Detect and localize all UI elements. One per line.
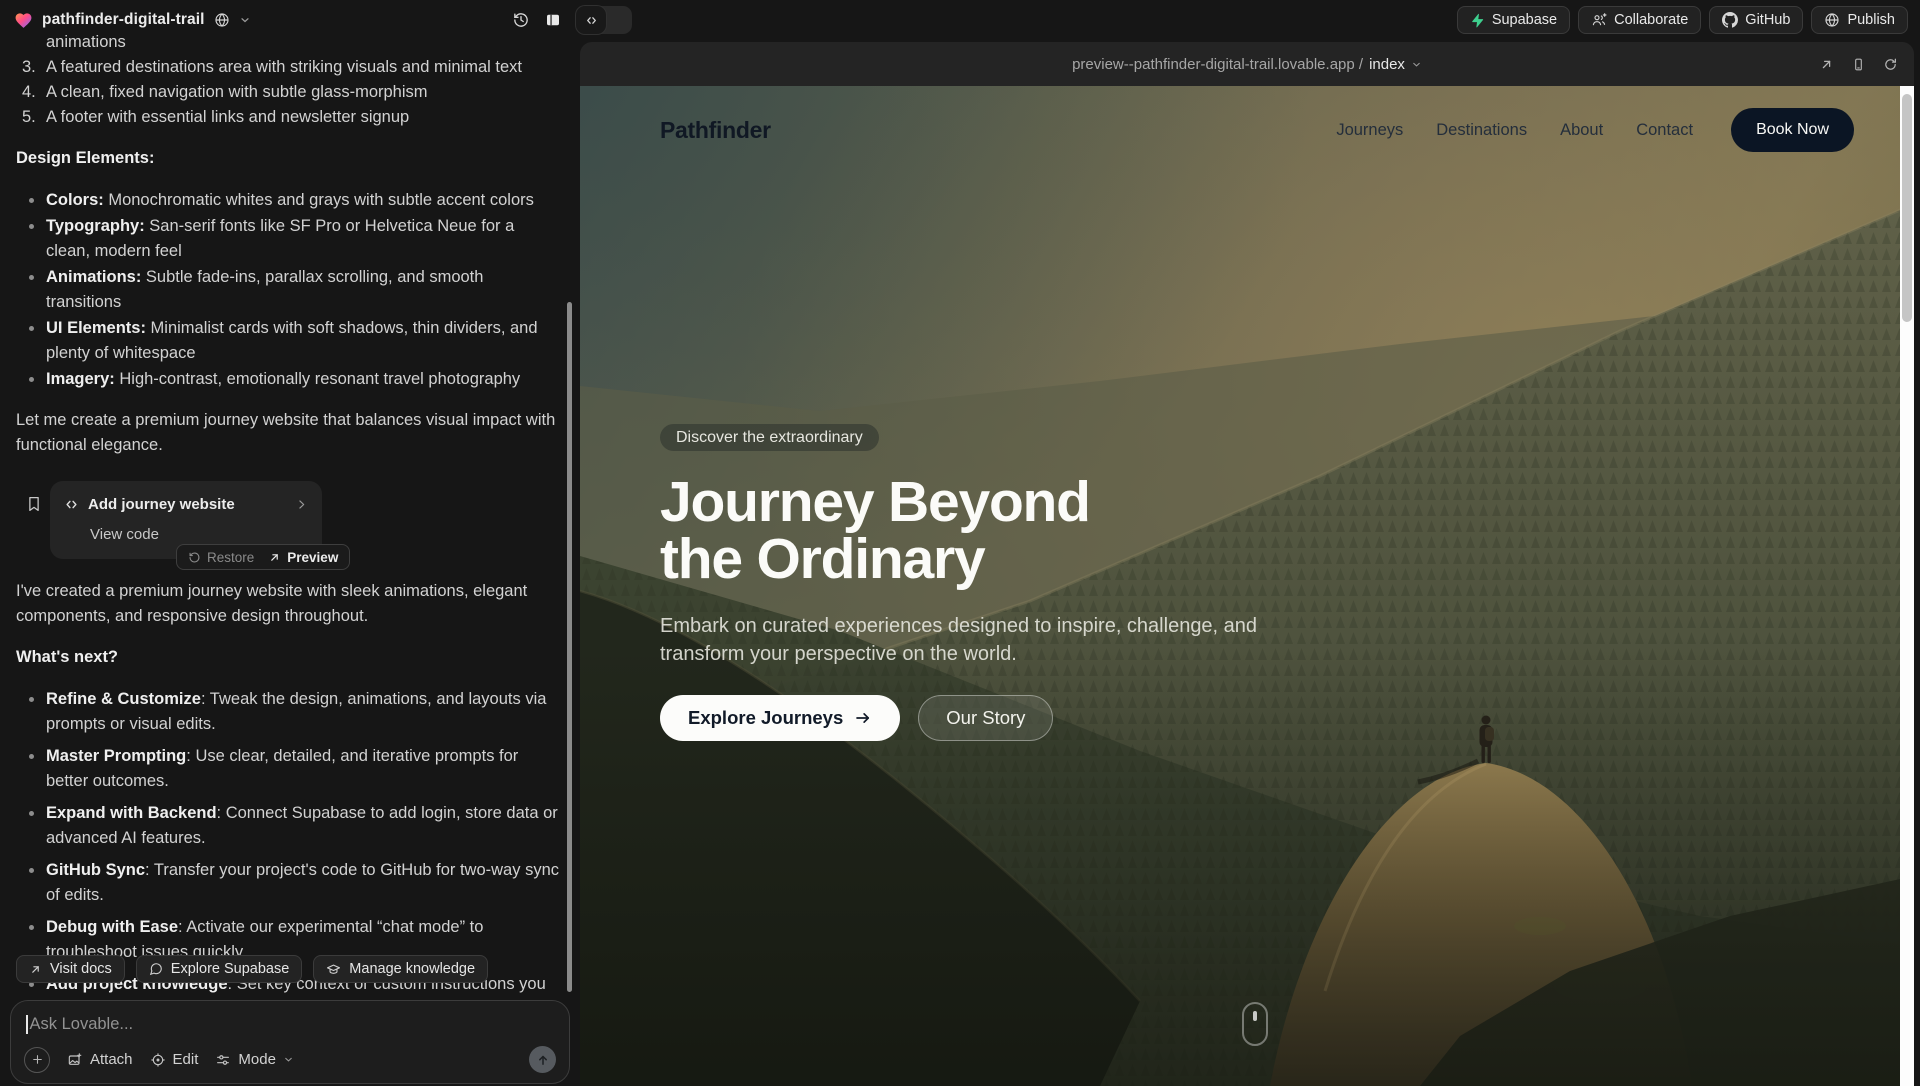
scroll-indicator (1242, 1002, 1268, 1046)
publish-globe-icon (1824, 12, 1840, 28)
lead-paragraph: Let me create a premium journey website … (16, 408, 560, 458)
list-item: GitHub Sync: Transfer your project's cod… (16, 858, 560, 908)
preview-button[interactable]: Preview (268, 545, 338, 570)
panel-layout-icon[interactable] (544, 11, 562, 29)
list-item: Typography: San-serif fonts like SF Pro … (16, 214, 560, 264)
chat-panel: animations 3.A featured destinations are… (0, 34, 576, 1086)
supabase-bolt-icon (1470, 13, 1485, 28)
list-item: Expand with Backend: Connect Supabase to… (16, 801, 560, 851)
chevron-down-icon (283, 1054, 294, 1065)
list-item: Colors: Monochromatic whites and grays w… (16, 188, 560, 213)
nav-destinations[interactable]: Destinations (1436, 121, 1527, 140)
edit-card-wrap: Add journey website View code Restore Pr… (16, 479, 560, 579)
ask-input[interactable]: Ask Lovable... (11, 1001, 569, 1034)
supabase-button[interactable]: Supabase (1457, 6, 1570, 34)
design-bullets: Colors: Monochromatic whites and grays w… (16, 188, 560, 392)
site-frame: Pathfinder Journeys Destinations About C… (580, 86, 1914, 1086)
chevron-right-icon[interactable] (295, 498, 308, 511)
history-icon[interactable] (512, 11, 530, 29)
assistant-message: animations 3.A featured destinations are… (16, 34, 560, 1029)
publish-button[interactable]: Publish (1811, 6, 1908, 34)
sliders-icon (215, 1052, 231, 1068)
attach-button[interactable]: Attach (67, 1051, 133, 1068)
clipped-line: animations (16, 34, 560, 55)
list-item: Refine & Customize: Tweak the design, an… (16, 687, 560, 737)
visit-docs-button[interactable]: Visit docs (16, 955, 125, 983)
chat-bubble-icon (149, 962, 163, 976)
bookmark-icon[interactable] (25, 495, 43, 513)
globe-icon (214, 12, 230, 28)
manage-knowledge-button[interactable]: Manage knowledge (313, 955, 488, 983)
open-external-icon[interactable] (1819, 57, 1834, 72)
code-preview-toggle[interactable] (576, 6, 632, 34)
chat-scrollbar[interactable] (567, 302, 572, 992)
input-placeholder: Ask Lovable... (30, 1015, 134, 1034)
code-icon (64, 497, 79, 512)
book-now-button[interactable]: Book Now (1731, 108, 1854, 152)
project-name: pathfinder-digital-trail (42, 11, 205, 29)
site-scrollbar[interactable] (1900, 86, 1914, 1086)
preview-panel: preview--pathfinder-digital-trail.lovabl… (580, 42, 1914, 1086)
hero-title: Journey Beyondthe Ordinary (660, 474, 1300, 588)
users-icon (1591, 12, 1607, 28)
code-toggle-icon[interactable] (576, 6, 606, 34)
target-icon (150, 1052, 166, 1068)
mode-button[interactable]: Mode (215, 1051, 294, 1068)
preview-page[interactable]: index (1369, 56, 1405, 73)
arrow-right-icon (854, 709, 872, 727)
nav-about[interactable]: About (1560, 121, 1603, 140)
add-button[interactable] (24, 1047, 50, 1073)
send-button[interactable] (529, 1046, 556, 1073)
mobile-view-icon[interactable] (1851, 57, 1866, 72)
nav-contact[interactable]: Contact (1636, 121, 1693, 140)
list-item: Master Prompting: Use clear, detailed, a… (16, 744, 560, 794)
arrow-up-right-icon (29, 963, 42, 976)
composer-toolbar: Attach Edit Mode (24, 1046, 556, 1073)
restore-preview-pill: Restore Preview (176, 544, 350, 570)
text-caret (26, 1015, 28, 1034)
restore-button[interactable]: Restore (188, 545, 254, 570)
chevron-down-icon[interactable] (239, 14, 251, 26)
github-button[interactable]: GitHub (1709, 6, 1803, 34)
preview-url[interactable]: preview--pathfinder-digital-trail.lovabl… (1072, 56, 1363, 73)
github-icon (1722, 12, 1738, 28)
list-item: 5.A footer with essential links and news… (16, 105, 560, 130)
hero-buttons: Explore Journeys Our Story (660, 695, 1300, 741)
lovable-heart-logo (14, 11, 33, 30)
refresh-icon[interactable] (1883, 57, 1898, 72)
preview-header: preview--pathfinder-digital-trail.lovabl… (580, 42, 1914, 86)
edit-card-title: Add journey website (88, 492, 286, 517)
our-story-button[interactable]: Our Story (918, 695, 1053, 741)
site-scrollbar-thumb[interactable] (1902, 94, 1912, 322)
topbar-actions: Supabase Collaborate GitHub Publish (1457, 6, 1908, 34)
design-elements-heading: Design Elements: (16, 146, 560, 171)
explore-supabase-button[interactable]: Explore Supabase (136, 955, 303, 983)
image-icon (67, 1052, 83, 1068)
preview-controls (1819, 42, 1898, 86)
chevron-down-icon[interactable] (1411, 59, 1422, 70)
site-menu: Journeys Destinations About Contact (1336, 121, 1693, 140)
hero-subtitle: Embark on curated experiences designed t… (660, 612, 1290, 668)
list-item: Animations: Subtle fade-ins, parallax sc… (16, 265, 560, 315)
quick-actions: Visit docs Explore Supabase Manage knowl… (16, 955, 488, 983)
list-item: UI Elements: Minimalist cards with soft … (16, 316, 560, 366)
list-item: 3.A featured destinations area with stri… (16, 55, 560, 80)
result-paragraph: I've created a premium journey website w… (16, 579, 560, 629)
site-nav: Pathfinder Journeys Destinations About C… (580, 86, 1900, 174)
graduation-cap-icon (326, 962, 341, 977)
whats-next-heading: What's next? (16, 645, 560, 670)
edit-button[interactable]: Edit (150, 1051, 199, 1068)
explore-journeys-button[interactable]: Explore Journeys (660, 695, 900, 741)
nav-journeys[interactable]: Journeys (1336, 121, 1403, 140)
composer: Ask Lovable... Attach Edit (10, 1000, 570, 1084)
numbered-list: 3.A featured destinations area with stri… (16, 55, 560, 130)
list-item: Imagery: High-contrast, emotionally reso… (16, 367, 560, 392)
site-logo[interactable]: Pathfinder (660, 117, 771, 144)
list-item: 4.A clean, fixed navigation with subtle … (16, 80, 560, 105)
collaborate-button[interactable]: Collaborate (1578, 6, 1701, 34)
hero-badge: Discover the extraordinary (660, 424, 879, 451)
hero-section: Discover the extraordinary Journey Beyon… (660, 424, 1300, 741)
